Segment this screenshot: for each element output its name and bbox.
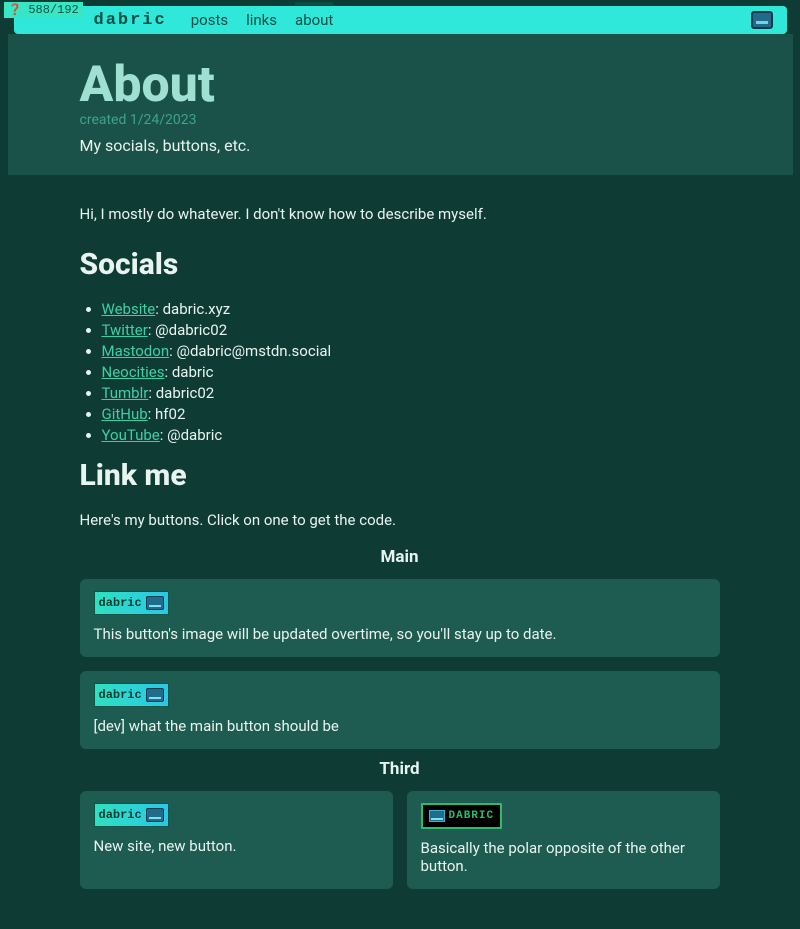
social-value: @dabric — [167, 426, 222, 444]
nav-item-posts[interactable]: posts — [191, 11, 228, 29]
button-group-main: dabric This button's image will be updat… — [80, 579, 720, 749]
main-content: Hi, I mostly do whatever. I don't know h… — [80, 175, 720, 929]
social-link-website[interactable]: Website — [102, 300, 156, 318]
button-group-third: dabric New site, new button. DABRIC Basi… — [80, 791, 720, 889]
computer-icon — [146, 808, 164, 822]
page-title: About — [80, 56, 720, 114]
intro-text: Hi, I mostly do whatever. I don't know h… — [80, 205, 720, 223]
list-item: Tumblr: dabric02 — [102, 384, 720, 402]
button-group-title-third: Third — [80, 759, 720, 779]
badge-icon: dabric — [94, 591, 169, 615]
top-nav: dabric posts links about — [14, 6, 787, 34]
nav-item-about[interactable]: about — [295, 11, 333, 29]
list-item: Mastodon: @dabric@mstdn.social — [102, 342, 720, 360]
list-item: YouTube: @dabric — [102, 426, 720, 444]
computer-icon[interactable] — [751, 11, 773, 29]
social-link-youtube[interactable]: YouTube — [102, 426, 160, 444]
coord-overlay: 588/192 — [4, 2, 83, 18]
computer-icon — [146, 596, 164, 610]
button-card[interactable]: dabric [dev] what the main button should… — [80, 671, 720, 749]
button-group-title-main: Main — [80, 547, 720, 567]
card-desc: [dev] what the main button should be — [94, 717, 706, 735]
social-value: dabric — [172, 363, 214, 381]
badge-icon: DABRIC — [421, 803, 503, 829]
list-item: Website: dabric.xyz — [102, 300, 720, 318]
socials-list: Website: dabric.xyz Twitter: @dabric02 M… — [80, 300, 720, 444]
card-desc: Basically the polar opposite of the othe… — [421, 839, 706, 875]
badge-icon: dabric — [94, 803, 169, 827]
badge-text: dabric — [99, 688, 142, 702]
nav-item-links[interactable]: links — [246, 11, 277, 29]
computer-icon — [146, 688, 164, 702]
button-card[interactable]: dabric New site, new button. — [80, 791, 393, 889]
button-card[interactable]: dabric This button's image will be updat… — [80, 579, 720, 657]
badge-text: DABRIC — [449, 810, 495, 822]
badge-text: dabric — [99, 808, 142, 822]
social-link-neocities[interactable]: Neocities — [102, 363, 165, 381]
social-value: dabric.xyz — [163, 300, 231, 318]
social-link-twitter[interactable]: Twitter — [102, 321, 148, 339]
list-item: GitHub: hf02 — [102, 405, 720, 423]
page-header: About created 1/24/2023 My socials, butt… — [8, 34, 793, 175]
social-value: hf02 — [155, 405, 185, 423]
computer-icon — [429, 810, 445, 822]
social-link-github[interactable]: GitHub — [102, 405, 148, 423]
social-link-mastodon[interactable]: Mastodon — [102, 342, 170, 360]
page: dabric posts links about About created 1… — [8, 6, 793, 929]
button-card[interactable]: DABRIC Basically the polar opposite of t… — [407, 791, 720, 889]
socials-heading: Socials — [80, 247, 720, 282]
linkme-desc: Here's my buttons. Click on one to get t… — [80, 511, 720, 529]
badge-text: dabric — [99, 596, 142, 610]
social-value: @dabric@mstdn.social — [176, 342, 331, 360]
card-desc: New site, new button. — [94, 837, 379, 855]
linkme-heading: Link me — [80, 458, 720, 493]
brand[interactable]: dabric — [94, 11, 167, 30]
social-link-tumblr[interactable]: Tumblr — [102, 384, 149, 402]
page-subtitle: My socials, buttons, etc. — [80, 136, 720, 155]
list-item: Neocities: dabric — [102, 363, 720, 381]
list-item: Twitter: @dabric02 — [102, 321, 720, 339]
nav-links: posts links about — [191, 11, 334, 29]
card-desc: This button's image will be updated over… — [94, 625, 706, 643]
social-value: @dabric02 — [155, 321, 227, 339]
created-date: created 1/24/2023 — [80, 112, 720, 128]
badge-icon: dabric — [94, 683, 169, 707]
social-value: dabric02 — [156, 384, 214, 402]
